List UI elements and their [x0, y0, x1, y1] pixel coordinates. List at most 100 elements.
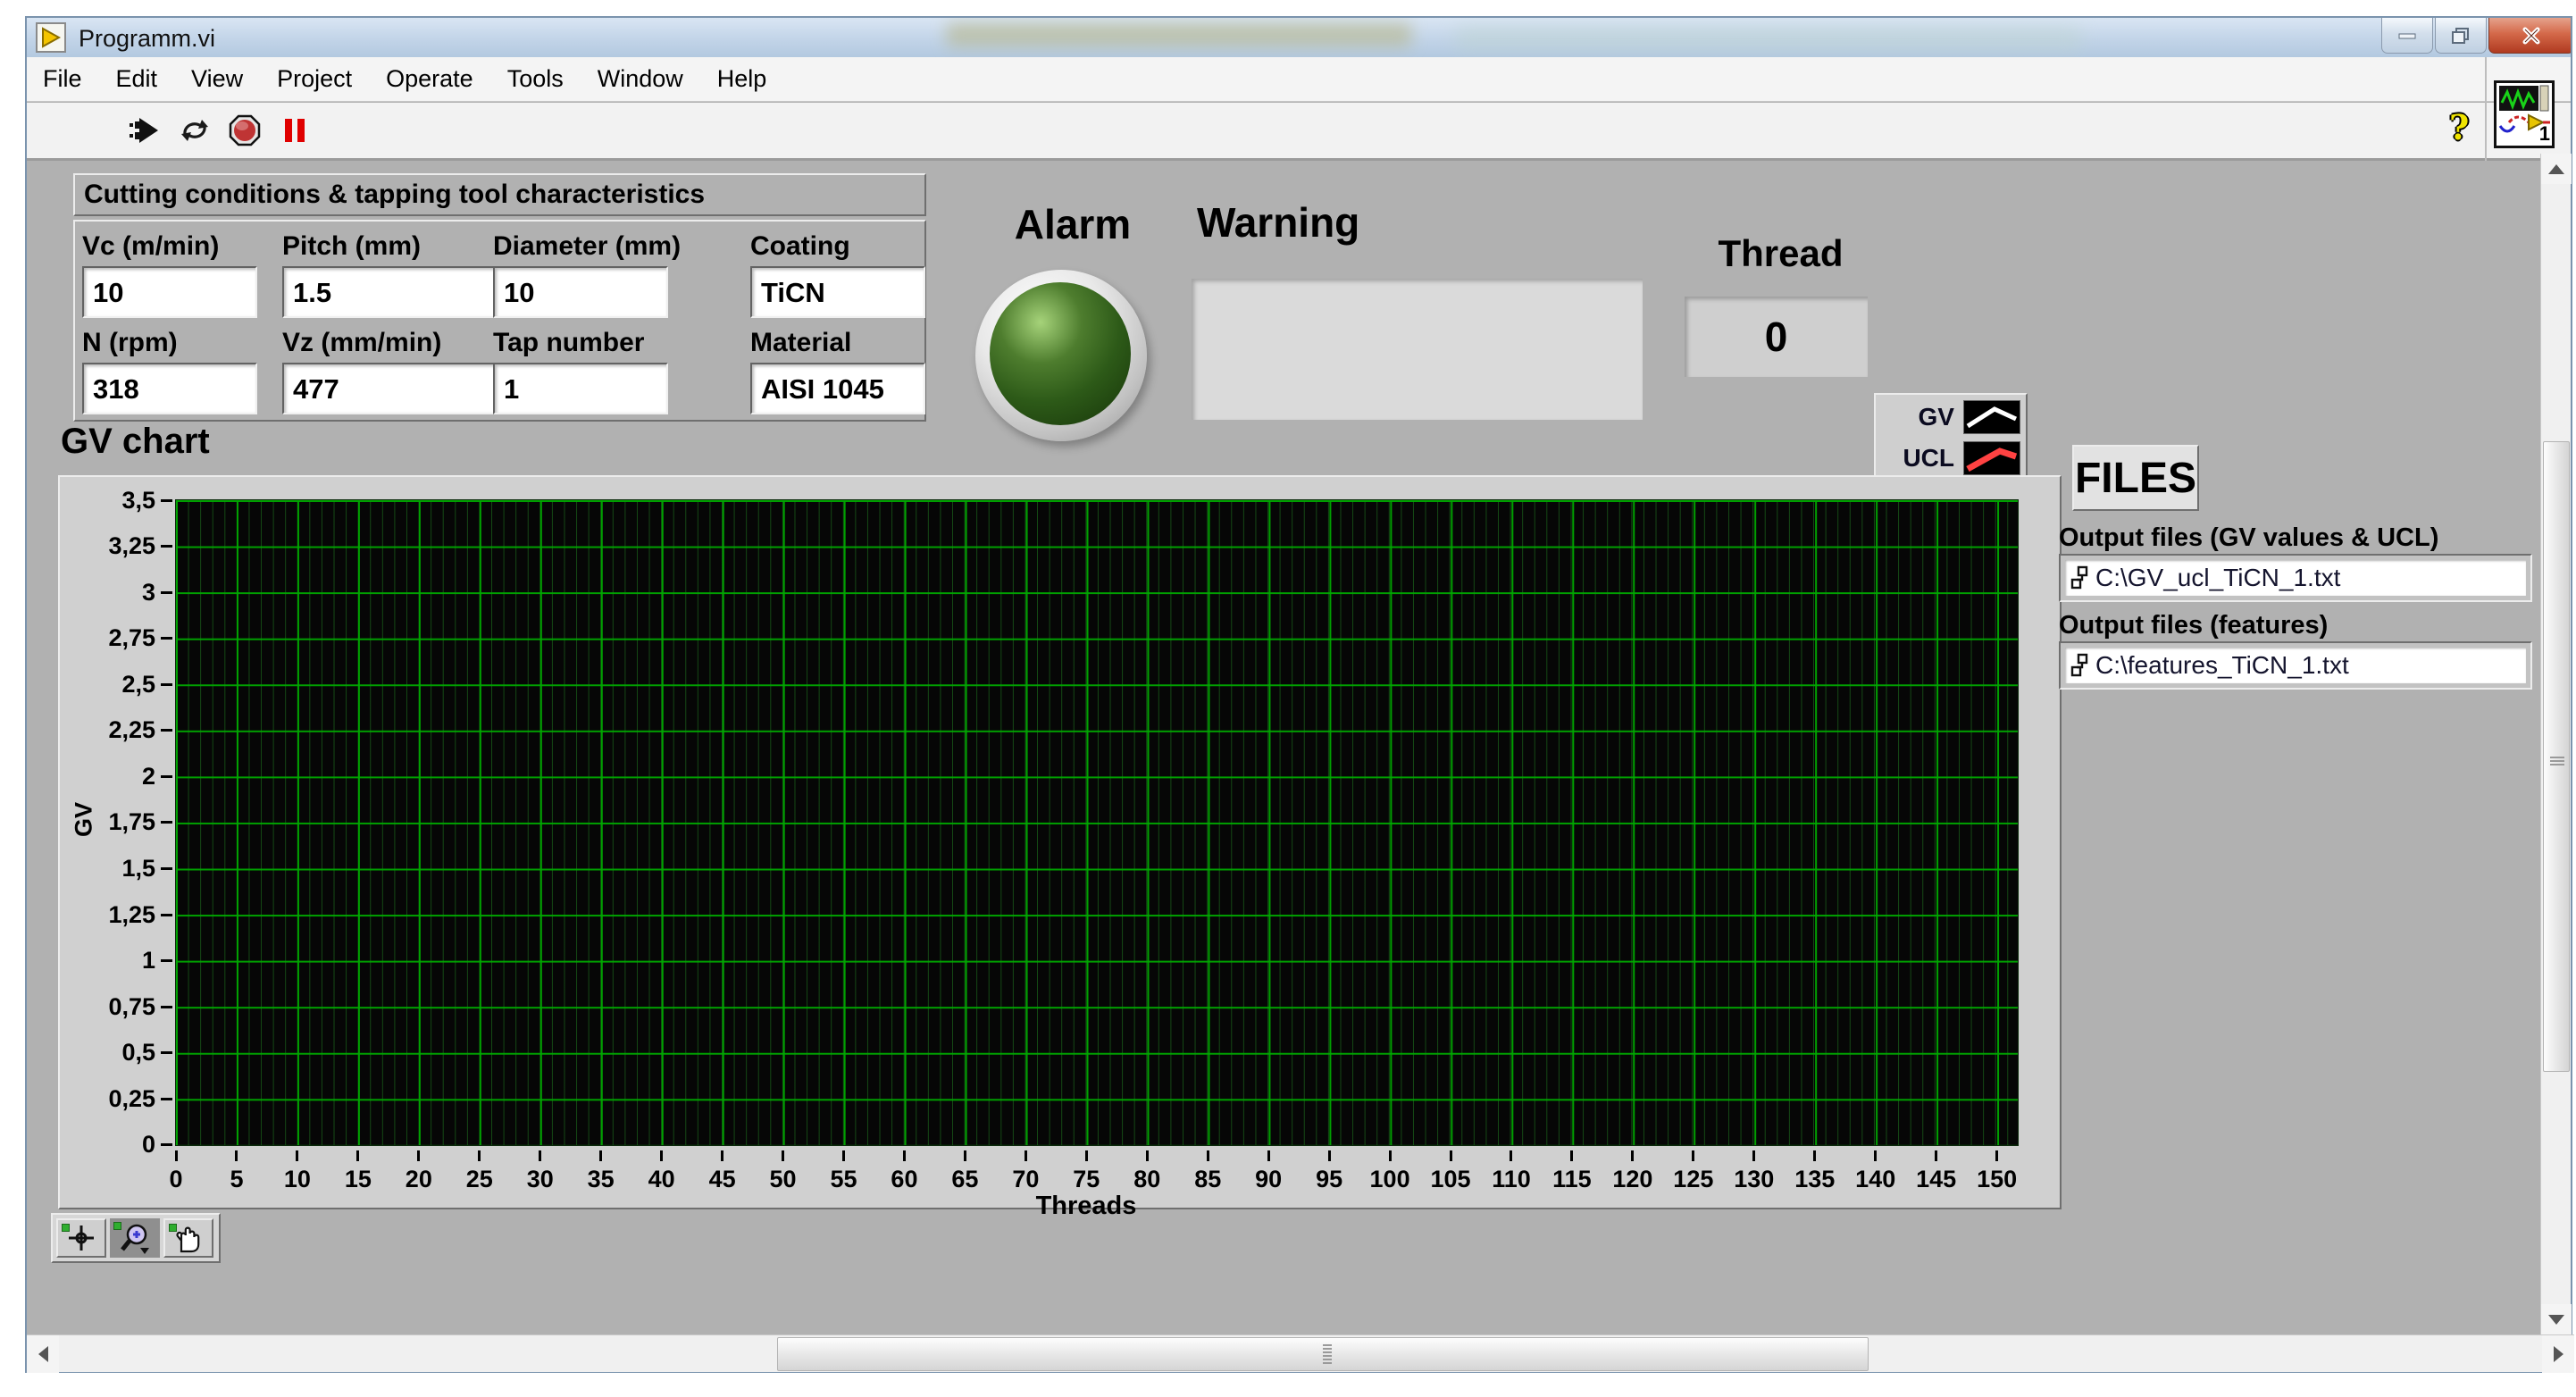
y-tick-mark [161, 959, 172, 962]
titlebar-glass-smudge [1456, 27, 2081, 50]
horizontal-scrollbar[interactable] [27, 1334, 2574, 1372]
scroll-down-button[interactable] [2541, 1304, 2572, 1334]
y-tick-mark [161, 683, 172, 686]
menu-item[interactable]: Project [277, 65, 352, 93]
legend-row-ucl[interactable]: UCL [1881, 440, 2020, 476]
y-tick-mark [161, 914, 172, 916]
x-tick-label: 90 [1255, 1166, 1282, 1193]
x-tick-mark [1328, 1150, 1331, 1161]
x-tick-mark [660, 1150, 663, 1161]
pan-tool-button[interactable] [163, 1218, 213, 1258]
y-tick-mark [161, 499, 172, 502]
x-tick-label: 150 [1977, 1166, 2017, 1193]
x-tick-label: 30 [527, 1166, 554, 1193]
gv-ucl-path-control[interactable]: C:\GV_ucl_TiCN_1.txt [2059, 554, 2532, 602]
y-tick-label: 1,75 [108, 808, 155, 836]
x-tick-mark [478, 1150, 481, 1161]
condition-input[interactable]: 1.5 [282, 266, 516, 318]
condition-cell: Pitch (mm) 1.5 [282, 227, 493, 323]
vi-connector-icon[interactable]: 1 [2494, 80, 2555, 148]
maximize-button[interactable] [2435, 18, 2487, 54]
condition-cell: N (rpm) 318 [82, 323, 282, 420]
x-tick-mark [842, 1150, 845, 1161]
run-button[interactable] [127, 113, 163, 148]
condition-input[interactable]: 477 [282, 363, 516, 414]
menu-item[interactable]: Edit [116, 65, 158, 93]
horizontal-scroll-thumb[interactable] [777, 1337, 1869, 1371]
y-tick-label: 2,5 [121, 671, 155, 698]
warning-indicator [1192, 279, 1643, 420]
scroll-left-button[interactable] [27, 1335, 59, 1373]
x-tick-label: 50 [770, 1166, 797, 1193]
legend-row-gv[interactable]: GV [1881, 399, 2020, 435]
path-field[interactable]: C:\GV_ucl_TiCN_1.txt [2065, 560, 2526, 596]
x-tick-label: 35 [588, 1166, 615, 1193]
y-tick-mark [161, 1051, 172, 1054]
x-tick-label: 100 [1370, 1166, 1410, 1193]
x-tick-mark [1813, 1150, 1816, 1161]
menu-item[interactable]: Tools [507, 65, 564, 93]
output-files-features-label: Output files (features) [2059, 611, 2328, 640]
files-section-title: FILES [2072, 445, 2199, 511]
menu-item[interactable]: File [43, 65, 82, 93]
condition-input[interactable]: TiCN [750, 266, 925, 318]
vertical-scroll-thumb[interactable] [2543, 441, 2570, 1072]
condition-cell: Diameter (mm) 10 [493, 227, 750, 323]
menu-item[interactable]: Operate [386, 65, 473, 93]
minimize-button[interactable] [2381, 18, 2433, 54]
zoom-tool-button[interactable] [110, 1218, 160, 1258]
y-tick-label: 0,5 [121, 1039, 155, 1067]
scroll-up-button[interactable] [2541, 154, 2572, 184]
legend-label: GV [1919, 403, 1954, 431]
menu-item[interactable]: Window [598, 65, 683, 93]
x-tick-label: 75 [1073, 1166, 1100, 1193]
condition-input[interactable]: 10 [82, 266, 257, 318]
x-axis-label: Threads [1015, 1192, 1158, 1221]
context-help-icon[interactable]: ? [2449, 107, 2485, 147]
cursor-tool-button[interactable] [56, 1218, 106, 1258]
run-continuously-button[interactable] [177, 113, 213, 148]
y-tick-label: 1 [142, 947, 155, 975]
thread-label: Thread [1685, 232, 1877, 275]
close-button[interactable] [2488, 18, 2571, 54]
condition-cell: Vz (mm/min) 477 [282, 323, 493, 420]
x-tick-mark [1389, 1150, 1392, 1161]
x-tick-label: 130 [1734, 1166, 1774, 1193]
x-tick-label: 105 [1430, 1166, 1470, 1193]
x-tick-mark [599, 1150, 602, 1161]
features-path-control[interactable]: C:\features_TiCN_1.txt [2059, 641, 2532, 690]
x-tick-label: 135 [1794, 1166, 1835, 1193]
path-field[interactable]: C:\features_TiCN_1.txt [2065, 648, 2526, 683]
x-tick-label: 55 [830, 1166, 857, 1193]
x-tick-mark [1570, 1150, 1573, 1161]
y-tick-label: 0,75 [108, 993, 155, 1021]
scroll-right-button[interactable] [2542, 1335, 2574, 1373]
y-tick-mark [161, 591, 172, 594]
condition-input[interactable]: AISI 1045 [750, 363, 925, 414]
x-tick-mark [1146, 1150, 1149, 1161]
x-tick-label: 80 [1133, 1166, 1160, 1193]
pause-button[interactable] [277, 113, 313, 148]
condition-cell: Material AISI 1045 [750, 323, 929, 420]
x-tick-label: 145 [1916, 1166, 1956, 1193]
menu-item[interactable]: Help [717, 65, 767, 93]
titlebar-glass-smudge [947, 23, 1411, 46]
menu-item[interactable]: View [191, 65, 243, 93]
condition-input[interactable]: 1 [493, 363, 668, 414]
condition-label: Coating [750, 227, 929, 266]
y-tick-label: 2 [142, 763, 155, 791]
y-axis-label: GV [71, 780, 98, 860]
condition-input[interactable]: 10 [493, 266, 668, 318]
x-tick-mark [1692, 1150, 1694, 1161]
x-tick-label: 115 [1552, 1166, 1592, 1193]
tool-indicator-dot [62, 1224, 70, 1232]
x-tick-label: 65 [951, 1166, 978, 1193]
x-tick-label: 85 [1194, 1166, 1221, 1193]
condition-input[interactable]: 318 [82, 363, 257, 414]
x-tick-mark [1631, 1150, 1634, 1161]
abort-button[interactable] [227, 113, 263, 148]
title-bar[interactable]: Programm.vi [27, 18, 2571, 57]
gv-line-sample [1963, 400, 2020, 434]
vertical-scrollbar[interactable] [2540, 154, 2571, 1334]
plot-area[interactable] [176, 500, 2018, 1145]
